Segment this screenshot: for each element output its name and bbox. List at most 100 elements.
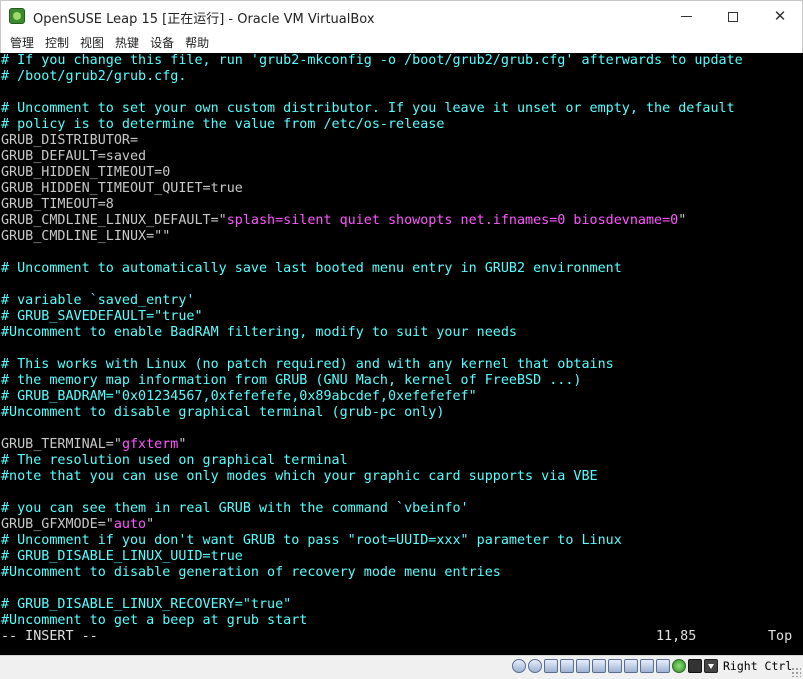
terminal-line: # The resolution used on graphical termi… [1,453,348,469]
maximize-icon [728,11,738,22]
terminal-line: # Uncomment to set your own custom distr… [1,101,735,117]
terminal-text-segment: GRUB_HIDDEN_TIMEOUT=0 [1,165,171,180]
terminal-line: GRUB_CMDLINE_LINUX_DEFAULT="splash=silen… [1,213,686,229]
device-tray: Right Ctrl [512,659,792,673]
terminal-text-segment: # GRUB_BADRAM="0x01234567,0xfefefefe,0x8… [1,389,477,404]
terminal-line: #Uncomment to enable BadRAM filtering, m… [1,325,517,341]
terminal-text-segment: # variable `saved_entry' [1,293,195,308]
menu-control[interactable]: 控制 [41,34,76,51]
terminal-text-segment: # This works with Linux (no patch requir… [1,357,614,372]
vm-status-bar: Right Ctrl [0,655,803,679]
terminal-line: # policy is to determine the value from … [1,117,444,133]
terminal-text-segment: GRUB_CMDLINE_LINUX_DEFAULT=" [1,213,227,228]
keyboard-capture-icon[interactable] [704,659,718,673]
cpu-icon[interactable] [656,659,670,673]
terminal-line: GRUB_GFXMODE="auto" [1,517,154,533]
terminal-text-segment: " [678,213,687,228]
video-capture-icon[interactable] [624,659,638,673]
terminal-text-segment: # /boot/grub2/grub.cfg. [1,69,187,84]
optical-drive-icon[interactable] [528,659,542,673]
host-key-label: Right Ctrl [723,659,793,673]
close-icon: ✕ [773,7,787,25]
terminal-text-segment: # GRUB_DISABLE_LINUX_UUID=true [1,549,243,564]
terminal-line: # GRUB_SAVEDEFAULT="true" [1,309,203,325]
minimize-button[interactable] [663,1,709,32]
shared-folders-icon[interactable] [592,659,606,673]
terminal-line: # GRUB_DISABLE_LINUX_UUID=true [1,549,243,565]
recording-icon[interactable] [640,659,654,673]
terminal-line: GRUB_HIDDEN_TIMEOUT=0 [1,165,170,181]
terminal-line: # Uncomment to automatically save last b… [1,261,622,277]
terminal-line: # variable `saved_entry' [1,293,194,309]
terminal-text-segment: GRUB_HIDDEN_TIMEOUT_QUIET=true [1,181,243,196]
terminal-text-segment: # If you change this file, run 'grub2-mk… [1,53,743,68]
terminal-text-segment: # GRUB_DISABLE_LINUX_RECOVERY="true" [1,597,292,612]
window-title: OpenSUSE Leap 15 [正在运行] - Oracle VM Virt… [33,12,375,27]
close-button[interactable]: ✕ [757,1,803,32]
audio-icon[interactable] [544,659,558,673]
terminal-line: #Uncomment to disable generation of reco… [1,565,501,581]
menu-bar: 管理 控制 视图 热键 设备 帮助 [0,31,803,53]
terminal-line: # This works with Linux (no patch requir… [1,357,614,373]
terminal-text-segment: # the memory map information from GRUB (… [1,373,582,388]
terminal-text-segment: #note that you can use only modes which … [1,469,598,484]
terminal-line: GRUB_TERMINAL="gfxterm" [1,437,186,453]
menu-help[interactable]: 帮助 [181,34,216,51]
terminal-text-segment: # Uncomment to automatically save last b… [1,261,622,276]
terminal-line: # the memory map information from GRUB (… [1,373,581,389]
minimize-icon [680,16,692,17]
guest-additions-icon[interactable] [672,659,686,673]
terminal-line: #Uncomment to get a beep at grub start [1,613,307,629]
terminal-line: # If you change this file, run 'grub2-mk… [1,53,743,69]
menu-hotkeys[interactable]: 热键 [111,34,146,51]
menu-view[interactable]: 视图 [76,34,111,51]
terminal-text-segment: # you can see them in real GRUB with the… [1,501,469,516]
terminal-line: GRUB_HIDDEN_TIMEOUT_QUIET=true [1,181,243,197]
menu-devices[interactable]: 设备 [146,34,181,51]
vim-scroll-position: Top [768,629,793,644]
terminal-text-segment: # Uncomment if you don't want GRUB to pa… [1,533,622,548]
terminal-line: GRUB_CMDLINE_LINUX="" [1,229,170,245]
terminal-text-segment: # Uncomment to set your own custom distr… [1,101,735,116]
terminal-text-segment: GRUB_DISTRIBUTOR= [1,133,139,148]
terminal-text-segment: gfxterm [121,437,179,452]
menu-manage[interactable]: 管理 [6,34,41,51]
display-icon[interactable] [608,659,622,673]
resize-grip[interactable] [791,667,801,677]
vim-cursor-position: 11,85 [656,629,697,644]
terminal-line: #Uncomment to disable graphical terminal… [1,405,444,421]
window-title-bar[interactable]: OpenSUSE Leap 15 [正在运行] - Oracle VM Virt… [0,0,803,31]
terminal-line: # /boot/grub2/grub.cfg. [1,69,186,85]
terminal-line: GRUB_TIMEOUT=8 [1,197,114,213]
terminal-text-segment: # GRUB_SAVEDEFAULT="true" [1,309,203,324]
terminal-text-segment: GRUB_TIMEOUT=8 [1,197,114,212]
terminal-line: #note that you can use only modes which … [1,469,598,485]
terminal-text-segment: #Uncomment to enable BadRAM filtering, m… [1,325,517,340]
terminal-text-segment: GRUB_GFXMODE=" [1,517,114,532]
terminal-text-segment: # The resolution used on graphical termi… [1,453,348,468]
terminal-text-segment: GRUB_TERMINAL=" [1,437,122,452]
maximize-button[interactable] [710,1,756,32]
terminal-text-segment: # policy is to determine the value from … [1,117,445,132]
terminal-line: GRUB_DEFAULT=saved [1,149,146,165]
terminal-line: # Uncomment if you don't want GRUB to pa… [1,533,622,549]
vim-mode-indicator: -- INSERT -- [1,629,98,644]
terminal-text-segment: #Uncomment to disable generation of reco… [1,565,501,580]
terminal-text-segment: auto [113,517,147,532]
vm-terminal-screen[interactable]: -- INSERT -- 11,85 Top # If you change t… [0,53,803,655]
terminal-line: # you can see them in real GRUB with the… [1,501,469,517]
terminal-text-segment: #Uncomment to get a beep at grub start [1,613,308,628]
terminal-text-segment: #Uncomment to disable graphical terminal… [1,405,445,420]
terminal-line: GRUB_DISTRIBUTOR= [1,133,138,149]
terminal-line: # GRUB_BADRAM="0x01234567,0xfefefefe,0x8… [1,389,477,405]
terminal-text-segment: GRUB_CMDLINE_LINUX="" [1,229,171,244]
terminal-text-segment: " [146,517,155,532]
terminal-line: # GRUB_DISABLE_LINUX_RECOVERY="true" [1,597,291,613]
terminal-text-segment: " [178,437,187,452]
hard-disk-icon[interactable] [512,659,526,673]
terminal-text-segment: GRUB_DEFAULT=saved [1,149,147,164]
mouse-integration-icon[interactable] [688,659,702,673]
virtualbox-app-icon[interactable] [9,8,25,24]
network-icon[interactable] [560,659,574,673]
usb-icon[interactable] [576,659,590,673]
